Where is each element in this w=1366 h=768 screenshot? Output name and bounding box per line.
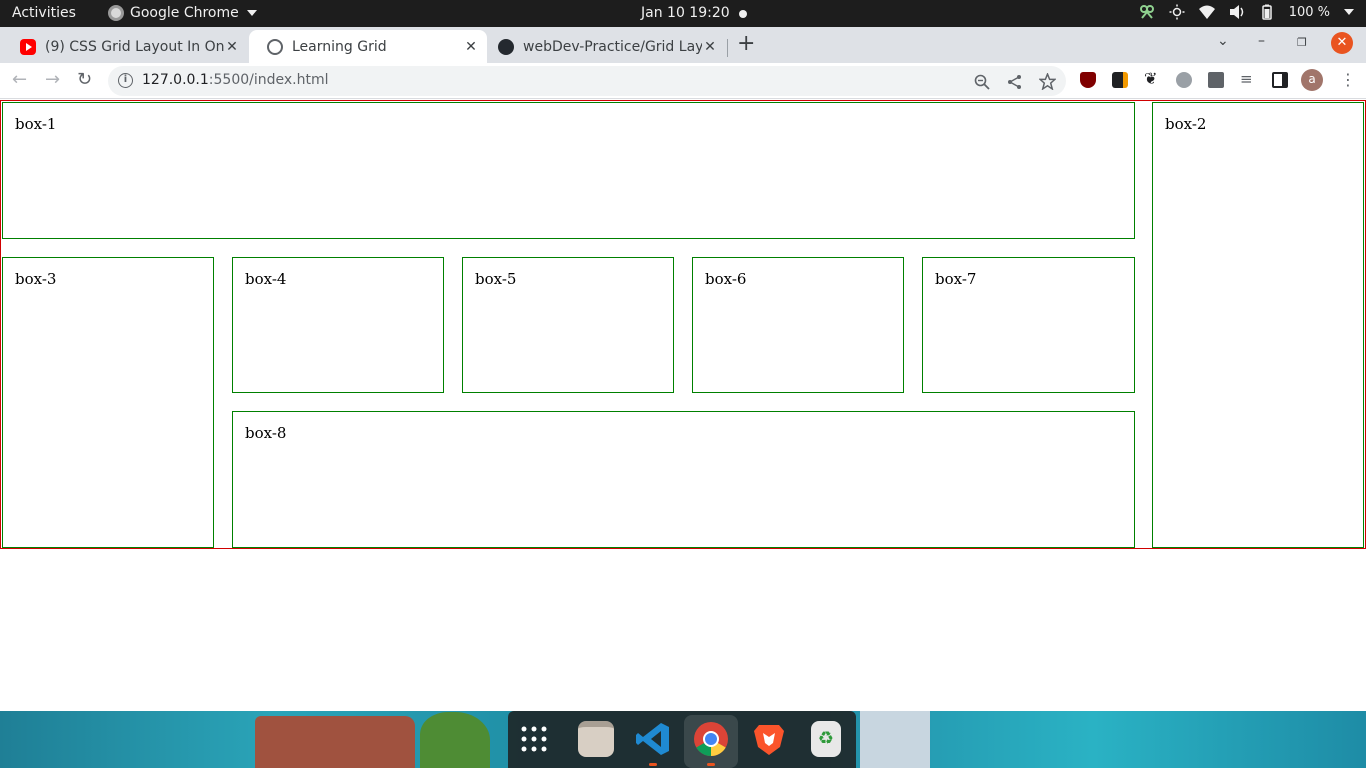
grid-box-5: box-5 xyxy=(462,257,674,393)
new-tab-button[interactable]: + xyxy=(737,31,755,56)
volume-icon[interactable] xyxy=(1229,4,1245,20)
app-menu-label: Google Chrome xyxy=(130,5,239,21)
zoom-icon[interactable] xyxy=(974,74,990,90)
tab-title: (9) CSS Grid Layout In One xyxy=(45,38,224,55)
url-text[interactable]: 127.0.0.1:5500/index.html xyxy=(142,72,329,88)
battery-icon[interactable] xyxy=(1259,4,1275,20)
grid-box-7: box-7 xyxy=(922,257,1135,393)
github-icon xyxy=(498,38,514,55)
app-menu[interactable]: Google Chrome xyxy=(108,5,257,21)
grid-box-6: box-6 xyxy=(692,257,904,393)
files-icon[interactable] xyxy=(578,721,614,757)
running-indicator-chrome xyxy=(707,763,715,766)
notification-dot-icon xyxy=(739,10,747,18)
window-close-button[interactable]: ✕ xyxy=(1331,32,1353,54)
tab-title: Learning Grid xyxy=(292,38,387,55)
side-panel-icon[interactable] xyxy=(1272,72,1288,88)
power-menu-chevron-icon[interactable] xyxy=(1344,9,1354,15)
clock[interactable]: Jan 10 19:20 xyxy=(641,5,730,21)
vscode-icon[interactable] xyxy=(635,721,671,757)
chrome-app-icon xyxy=(108,5,124,21)
share-icon[interactable] xyxy=(1007,74,1023,90)
grid-box-2: box-2 xyxy=(1152,102,1364,548)
tab-strip: (9) CSS Grid Layout In One ✕ Learning Gr… xyxy=(0,27,1366,63)
bookmark-star-icon[interactable] xyxy=(1039,73,1056,90)
tab-separator xyxy=(727,39,728,57)
menu-kebab-icon[interactable]: ⋮ xyxy=(1340,70,1356,89)
profile-avatar[interactable]: a xyxy=(1301,69,1323,91)
tab-search-chevron-icon[interactable]: ⌄ xyxy=(1217,33,1229,49)
close-icon[interactable]: ✕ xyxy=(463,39,479,55)
site-info-icon[interactable]: i xyxy=(118,73,133,88)
close-icon[interactable]: ✕ xyxy=(224,39,240,55)
grid-box-8: box-8 xyxy=(232,411,1135,548)
maximize-button[interactable]: ❐ xyxy=(1297,36,1307,49)
wallpaper-pillar xyxy=(860,711,930,768)
grid-box-4: box-4 xyxy=(232,257,444,393)
tab-learning-grid[interactable]: Learning Grid ✕ xyxy=(249,30,487,63)
activities-button[interactable]: Activities xyxy=(12,5,76,21)
show-apps-icon[interactable] xyxy=(519,724,549,754)
chevron-down-icon xyxy=(246,10,257,16)
brightness-icon[interactable] xyxy=(1169,4,1185,20)
grid-container: box-1 box-2 box-3 box-4 box-5 box-6 box-… xyxy=(0,100,1366,549)
wifi-icon[interactable] xyxy=(1198,4,1215,20)
address-bar[interactable]: i 127.0.0.1:5500/index.html xyxy=(108,66,1066,96)
wallpaper-leaves xyxy=(420,712,490,768)
url-host: 127.0.0.1 xyxy=(142,72,209,88)
tab-youtube[interactable]: (9) CSS Grid Layout In One ✕ xyxy=(2,30,248,63)
page-viewport: box-1 box-2 box-3 box-4 box-5 box-6 box-… xyxy=(0,99,1366,711)
wallpaper-bricks xyxy=(255,716,415,768)
puzzle-icon[interactable] xyxy=(1208,72,1224,88)
reload-button[interactable]: ↻ xyxy=(77,69,92,90)
lighthouse-icon[interactable] xyxy=(1112,72,1128,88)
youtube-icon xyxy=(20,38,36,55)
trash-icon[interactable]: ♻ xyxy=(811,721,841,757)
battery-percentage: 100 % xyxy=(1288,4,1330,20)
globe-icon xyxy=(267,38,283,55)
indicator-icon[interactable] xyxy=(1139,4,1155,20)
tab-github[interactable]: webDev-Practice/Grid Lay ✕ xyxy=(480,30,726,63)
chrome-icon[interactable] xyxy=(693,721,729,757)
grid-box-1: box-1 xyxy=(2,102,1135,239)
media-queue-icon[interactable]: ≡ xyxy=(1240,70,1256,88)
url-path: :5500/index.html xyxy=(208,72,329,88)
dock: ♻ xyxy=(508,711,856,768)
brave-icon[interactable] xyxy=(751,721,787,757)
ublock-icon[interactable] xyxy=(1080,72,1096,88)
forward-button[interactable]: → xyxy=(45,69,60,90)
system-tray[interactable]: 100 % xyxy=(1139,4,1354,20)
close-icon[interactable]: ✕ xyxy=(702,39,718,55)
tab-title: webDev-Practice/Grid Lay xyxy=(523,38,702,55)
running-indicator-vscode xyxy=(649,763,657,766)
grid-box-3: box-3 xyxy=(2,257,214,548)
system-top-bar: Activities Google Chrome Jan 10 19:20 10… xyxy=(0,0,1366,27)
minimize-button[interactable]: – xyxy=(1258,33,1265,49)
extension-paw-icon[interactable]: ❦ xyxy=(1144,69,1160,88)
back-button[interactable]: ← xyxy=(12,69,27,90)
browser-toolbar: ← → ↻ i 127.0.0.1:5500/index.html ❦ ≡ xyxy=(0,63,1366,99)
bug-icon[interactable] xyxy=(1176,72,1192,88)
